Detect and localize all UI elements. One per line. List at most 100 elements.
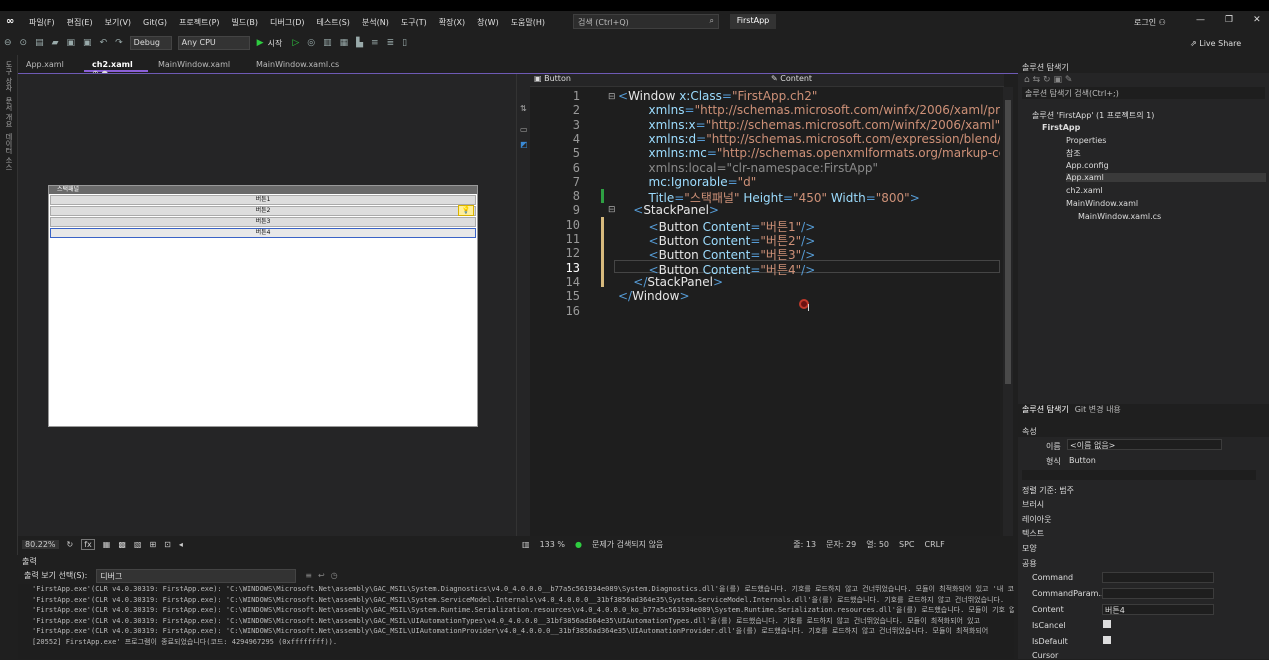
start-without-debug-icon[interactable]: ▷ bbox=[292, 38, 299, 48]
preview-button-3[interactable]: 버튼3 bbox=[50, 217, 476, 227]
align-icon[interactable]: ▙ bbox=[356, 38, 363, 48]
code-line[interactable]: xmlns:local="clr-namespace:FirstApp" bbox=[618, 161, 1000, 175]
menu-window[interactable]: 창(W) bbox=[477, 17, 499, 28]
tree-references[interactable]: 참조 bbox=[1066, 148, 1081, 159]
menu-edit[interactable]: 편집(E) bbox=[67, 17, 93, 28]
tab-mainwindow-xaml-cs[interactable]: MainWindow.xaml.cs bbox=[248, 59, 348, 72]
menu-debug[interactable]: 디버그(D) bbox=[270, 17, 304, 28]
redo-icon[interactable]: ↷ bbox=[115, 38, 123, 48]
menu-build[interactable]: 빌드(B) bbox=[232, 17, 258, 28]
horizontal-split-icon[interactable]: ◩ bbox=[520, 140, 530, 149]
column-indicator[interactable]: 열: 50 bbox=[866, 539, 889, 550]
close-icon[interactable]: ✕ bbox=[1253, 15, 1261, 25]
solution-search-input[interactable]: 솔루션 탐색기 검색(Ctrl+;) bbox=[1022, 87, 1265, 99]
editor-zoom[interactable]: 133 % bbox=[540, 540, 565, 549]
editor-scroll-thumb[interactable] bbox=[1005, 100, 1011, 384]
prop-command-value[interactable] bbox=[1102, 572, 1214, 583]
element-dropdown[interactable]: ▣ Button bbox=[530, 74, 767, 86]
issues-status[interactable]: 문제가 검색되지 않음 bbox=[592, 539, 663, 550]
folder-icon[interactable]: ▥ bbox=[323, 38, 332, 48]
line-ending-indicator[interactable]: CRLF bbox=[925, 540, 945, 549]
search-input[interactable]: 검색 (Ctrl+Q) ⌕ bbox=[573, 14, 719, 29]
prop-commandparam-value[interactable] bbox=[1102, 588, 1214, 599]
properties-search-input[interactable] bbox=[1022, 470, 1256, 480]
design-mode-icon[interactable]: ⊡ bbox=[164, 540, 171, 549]
menu-tools[interactable]: 도구(T) bbox=[401, 17, 427, 28]
settings-icon[interactable]: ✎ bbox=[1065, 75, 1073, 85]
design-window-preview[interactable]: 스택패널 버튼1 버튼2 버튼3 버튼4 bbox=[48, 185, 478, 427]
collapse-all-icon[interactable]: ▣ bbox=[1053, 75, 1062, 85]
category-common[interactable]: 공용 bbox=[1022, 558, 1037, 569]
menu-extensions[interactable]: 확장(X) bbox=[439, 17, 465, 28]
save-icon[interactable]: ▣ bbox=[67, 38, 76, 48]
effects-toggle[interactable]: fx bbox=[81, 538, 95, 550]
category-layout[interactable]: 레이아웃 bbox=[1022, 514, 1051, 525]
code-line[interactable]: mc:Ignorable="d" bbox=[618, 175, 1000, 189]
back-icon[interactable]: ⊖ bbox=[4, 38, 12, 48]
snap-grid-icon[interactable]: ▩ bbox=[118, 540, 126, 549]
menu-git[interactable]: Git(G) bbox=[143, 18, 167, 27]
tree-properties[interactable]: Properties bbox=[1066, 136, 1106, 145]
performance-icon[interactable]: ◎ bbox=[307, 38, 315, 48]
member-dropdown[interactable]: ✎ Content bbox=[767, 74, 1004, 86]
comment-icon[interactable]: ≣ bbox=[387, 38, 395, 48]
tree-ch2-xaml[interactable]: ch2.xaml bbox=[1066, 186, 1103, 195]
prop-content-value[interactable]: 버튼4 bbox=[1102, 604, 1214, 615]
name-input[interactable]: <이름 없음> bbox=[1067, 439, 1222, 450]
word-wrap-icon[interactable]: ↩ bbox=[318, 571, 325, 580]
code-line[interactable]: xmlns:d="http://schemas.microsoft.com/ex… bbox=[618, 132, 1000, 146]
document-outline-tab[interactable]: 문서 개요 bbox=[4, 97, 14, 127]
scroll-left-icon[interactable]: ◂ bbox=[179, 540, 183, 549]
char-indicator[interactable]: 문자: 29 bbox=[826, 539, 856, 550]
save-all-icon[interactable]: ▣ bbox=[83, 38, 92, 48]
output-text[interactable]: 'FirstApp.exe'(CLR v4.0.30319: FirstApp.… bbox=[18, 584, 1014, 659]
collapse-window-icon[interactable]: ⊟ bbox=[608, 92, 616, 102]
platform-select[interactable]: Any CPU bbox=[177, 36, 250, 50]
menu-analyze[interactable]: 분석(N) bbox=[362, 17, 389, 28]
snap-lines-icon[interactable]: ⊞ bbox=[149, 540, 156, 549]
line-indicator[interactable]: 줄: 13 bbox=[793, 539, 816, 550]
start-icon[interactable]: ▶ bbox=[257, 38, 264, 48]
tree-app-config[interactable]: App.config bbox=[1066, 161, 1109, 170]
code-line[interactable]: </StackPanel> bbox=[618, 275, 1000, 289]
refresh-icon[interactable]: ↻ bbox=[1043, 75, 1051, 85]
open-icon[interactable]: ▰ bbox=[52, 38, 59, 48]
tree-mainwindow-xaml-cs[interactable]: MainWindow.xaml.cs bbox=[1078, 212, 1161, 221]
new-item-icon[interactable]: ▤ bbox=[35, 38, 44, 48]
designer-zoom[interactable]: 80.22% bbox=[22, 539, 59, 549]
indent-icon[interactable]: ≡ bbox=[371, 38, 379, 48]
tree-project[interactable]: FirstApp bbox=[1042, 123, 1080, 132]
swap-panes-icon[interactable]: ⇅ bbox=[520, 104, 530, 113]
category-brush[interactable]: 브러시 bbox=[1022, 499, 1044, 510]
refresh-icon[interactable]: ↻ bbox=[67, 540, 74, 549]
artboard-icon[interactable]: ▧ bbox=[134, 540, 142, 549]
lightbulb-icon[interactable]: 💡 bbox=[458, 205, 474, 216]
tab-solution-explorer[interactable]: 솔루션 탐색기 bbox=[1022, 404, 1069, 417]
minimize-icon[interactable]: — bbox=[1196, 15, 1205, 25]
sort-by-category[interactable]: 정렬 기준: 범주 bbox=[1022, 485, 1074, 496]
preview-button-4[interactable]: 버튼4 bbox=[50, 228, 476, 238]
category-text[interactable]: 텍스트 bbox=[1022, 528, 1044, 539]
tab-mainwindow-xaml[interactable]: MainWindow.xaml bbox=[150, 59, 246, 72]
menu-view[interactable]: 보기(V) bbox=[105, 17, 131, 28]
tab-ch2-xaml[interactable]: ch2.xaml ⊕ ● bbox=[84, 59, 148, 78]
preview-button-2[interactable]: 버튼2 bbox=[50, 206, 476, 216]
home-icon[interactable]: ⌂ bbox=[1024, 75, 1030, 85]
sync-icon[interactable]: ⇆ bbox=[1033, 75, 1041, 85]
code-line[interactable]: xmlns:mc="http://schemas.openxmlformats.… bbox=[618, 146, 1000, 160]
menu-help[interactable]: 도움말(H) bbox=[511, 17, 545, 28]
undo-icon[interactable]: ↶ bbox=[100, 38, 108, 48]
config-select[interactable]: Debug bbox=[129, 36, 172, 50]
whitespace-indicator[interactable]: SPC bbox=[899, 540, 915, 549]
login-link[interactable]: 로그인 ⚇ bbox=[1134, 17, 1166, 28]
clock-icon[interactable]: ◷ bbox=[331, 571, 338, 580]
collapse-stackpanel-icon[interactable]: ⊟ bbox=[608, 205, 616, 215]
code-line[interactable]: xmlns:x="http://schemas.microsoft.com/wi… bbox=[618, 118, 1000, 132]
code-line[interactable]: <Window x:Class="FirstApp.ch2" bbox=[618, 89, 1000, 103]
prop-isdefault-checkbox[interactable] bbox=[1103, 636, 1111, 644]
start-button[interactable]: 시작 bbox=[268, 38, 283, 49]
category-appearance[interactable]: 모양 bbox=[1022, 543, 1037, 554]
tree-mainwindow-xaml[interactable]: MainWindow.xaml bbox=[1066, 199, 1138, 208]
code-line[interactable]: xmlns="http://schemas.microsoft.com/winf… bbox=[618, 103, 1000, 117]
menu-file[interactable]: 파일(F) bbox=[29, 17, 55, 28]
